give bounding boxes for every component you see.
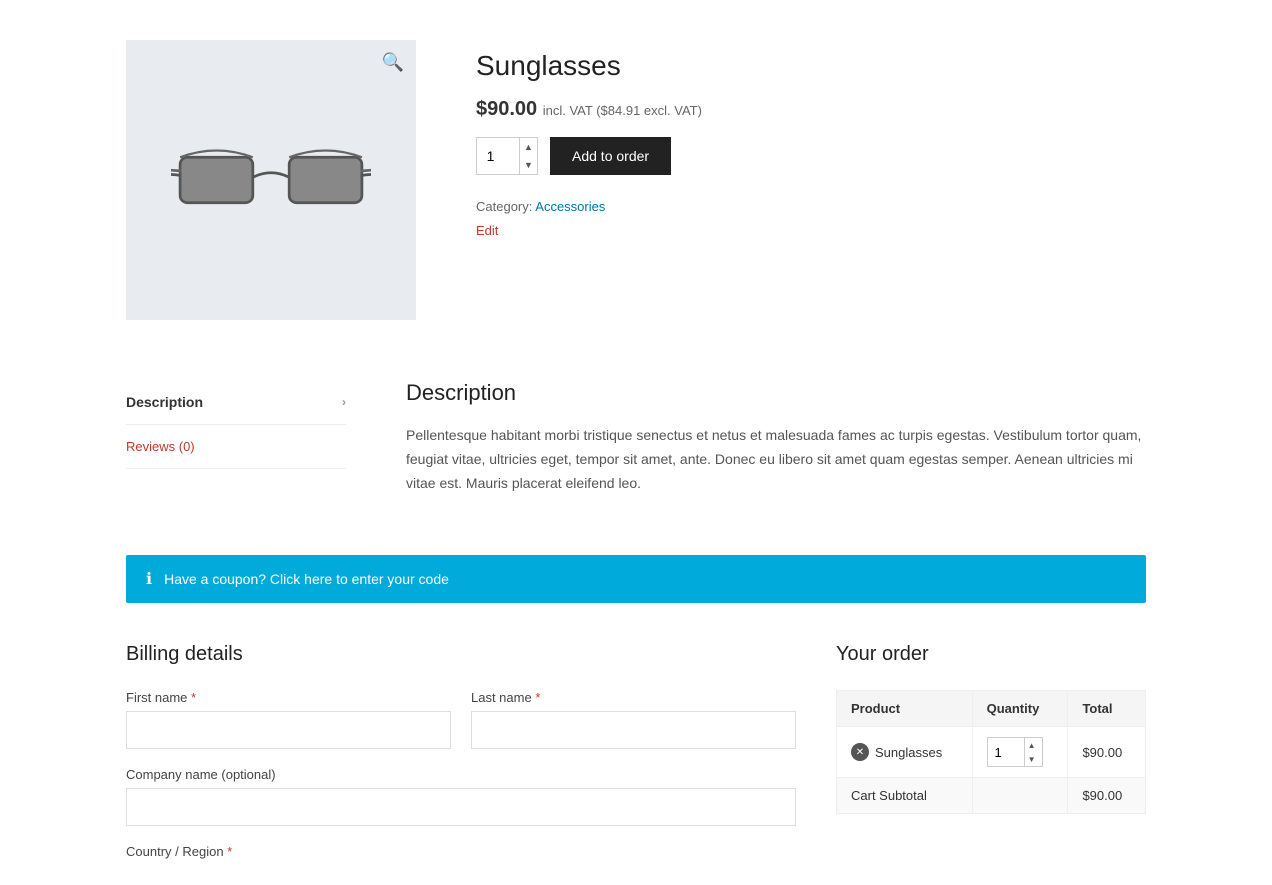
- checkout-section: Billing details First name * Last name *: [126, 643, 1146, 865]
- company-name-input[interactable]: [126, 788, 796, 826]
- country-required: *: [227, 844, 232, 859]
- last-name-label: Last name *: [471, 690, 796, 705]
- quantity-down-button[interactable]: ▼: [520, 156, 537, 174]
- subtotal-qty-cell: [972, 778, 1068, 814]
- col-total: Total: [1068, 691, 1146, 727]
- last-name-group: Last name *: [471, 690, 796, 749]
- price-value: $90.00: [476, 98, 537, 120]
- company-name-label: Company name (optional): [126, 767, 796, 782]
- add-to-order-row: ▲ ▼ Add to order: [476, 137, 1146, 175]
- your-order-title: Your order: [836, 643, 1146, 666]
- tab-reviews[interactable]: Reviews (0): [126, 425, 346, 469]
- description-text: Pellentesque habitant morbi tristique se…: [406, 424, 1146, 495]
- billing-title: Billing details: [126, 643, 796, 666]
- quantity-input[interactable]: [477, 138, 519, 174]
- product-info: Sunglasses $90.00 incl. VAT ($84.91 excl…: [476, 40, 1146, 320]
- order-item-name: ✕ Sunglasses: [851, 743, 958, 761]
- order-item-qty-cell: ▲ ▼: [972, 727, 1068, 778]
- first-name-group: First name *: [126, 690, 451, 749]
- tabs-section: Description › Reviews (0) Description Pe…: [126, 380, 1146, 495]
- order-qty-input[interactable]: [988, 738, 1024, 766]
- country-label: Country / Region *: [126, 844, 796, 859]
- description-title: Description: [406, 380, 1146, 406]
- zoom-icon[interactable]: 🔍: [382, 52, 404, 73]
- product-section: 🔍: [126, 20, 1146, 320]
- order-qty-wrapper: ▲ ▼: [987, 737, 1043, 767]
- edit-link[interactable]: Edit: [476, 223, 498, 238]
- billing-details: Billing details First name * Last name *: [126, 643, 796, 865]
- name-row: First name * Last name *: [126, 690, 796, 749]
- col-product: Product: [837, 691, 973, 727]
- quantity-wrapper: ▲ ▼: [476, 137, 538, 175]
- order-qty-down-button[interactable]: ▼: [1025, 752, 1039, 766]
- subtotal-value: $90.00: [1068, 778, 1146, 814]
- coupon-text: Have a coupon? Click here to enter your …: [164, 571, 449, 587]
- tab-content-area: Description Pellentesque habitant morbi …: [406, 380, 1146, 495]
- price-vat: incl. VAT ($84.91 excl. VAT): [543, 103, 702, 118]
- order-table-header: Product Quantity Total: [837, 691, 1146, 727]
- country-group: Country / Region *: [126, 844, 796, 859]
- last-name-input[interactable]: [471, 711, 796, 749]
- tab-description[interactable]: Description ›: [126, 380, 346, 425]
- order-item-name-cell: ✕ Sunglasses: [837, 727, 973, 778]
- order-subtotal-row: Cart Subtotal $90.00: [837, 778, 1146, 814]
- quantity-arrows: ▲ ▼: [519, 138, 537, 174]
- product-image-container: 🔍: [126, 40, 416, 320]
- order-qty-arrows: ▲ ▼: [1024, 738, 1039, 766]
- reviews-link[interactable]: Reviews (0): [126, 439, 195, 454]
- company-name-group: Company name (optional): [126, 767, 796, 826]
- first-name-required: *: [191, 690, 196, 705]
- subtotal-label: Cart Subtotal: [837, 778, 973, 814]
- first-name-label: First name *: [126, 690, 451, 705]
- quantity-up-button[interactable]: ▲: [520, 138, 537, 156]
- first-name-input[interactable]: [126, 711, 451, 749]
- order-item-row: ✕ Sunglasses ▲ ▼: [837, 727, 1146, 778]
- add-to-order-button[interactable]: Add to order: [550, 137, 671, 175]
- info-icon: ℹ: [146, 569, 152, 589]
- order-table: Product Quantity Total ✕ Sunglasses: [836, 690, 1146, 814]
- col-quantity: Quantity: [972, 691, 1068, 727]
- remove-item-button[interactable]: ✕: [851, 743, 869, 761]
- product-category: Category: Accessories: [476, 199, 1146, 214]
- category-link[interactable]: Accessories: [535, 199, 605, 214]
- tab-description-chevron: ›: [342, 395, 346, 409]
- tabs-sidebar: Description › Reviews (0): [126, 380, 346, 495]
- order-qty-up-button[interactable]: ▲: [1025, 738, 1039, 752]
- order-item-total-cell: $90.00: [1068, 727, 1146, 778]
- last-name-required: *: [535, 690, 540, 705]
- product-image: [171, 120, 371, 240]
- coupon-banner[interactable]: ℹ Have a coupon? Click here to enter you…: [126, 555, 1146, 603]
- product-title: Sunglasses: [476, 50, 1146, 82]
- your-order: Your order Product Quantity Total ✕ S: [836, 643, 1146, 865]
- product-price: $90.00 incl. VAT ($84.91 excl. VAT): [476, 98, 1146, 121]
